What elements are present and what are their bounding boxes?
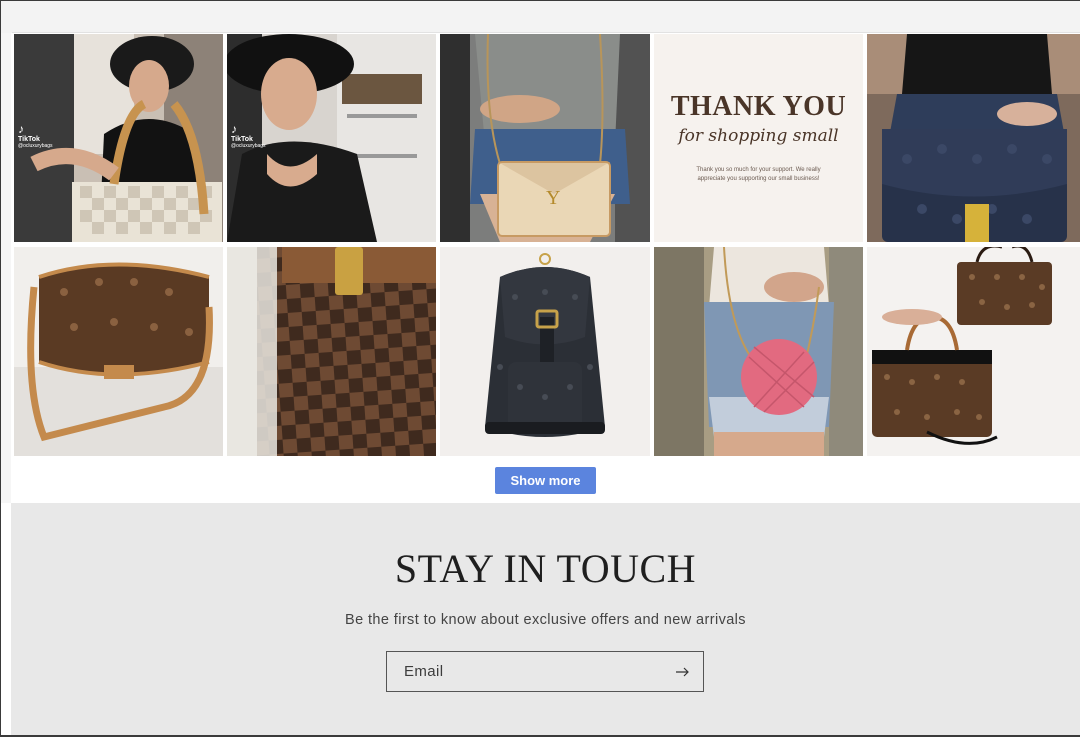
newsletter-section: STAY IN TOUCH Be the first to know about…	[11, 503, 1080, 735]
email-form	[386, 651, 704, 692]
tiktok-label: TikTok	[231, 136, 253, 143]
submit-arrow-icon[interactable]	[673, 662, 693, 682]
tiktok-label: TikTok	[18, 136, 40, 143]
newsletter-subtitle: Be the first to know about exclusive off…	[345, 612, 746, 628]
gallery-tile-empreinte-bag[interactable]	[867, 34, 1080, 242]
gallery-tile-ysl-bag[interactable]: Y	[440, 34, 650, 242]
tiktok-icon: ♪	[231, 122, 237, 136]
instagram-gallery: ♪ TikTok @ocluxurybags ♪ TikTok @ocluxur…	[14, 34, 1080, 456]
email-input[interactable]	[387, 652, 657, 691]
gallery-tile-monogram-bags[interactable]	[867, 247, 1080, 456]
thank-you-script: for shopping small	[678, 126, 839, 146]
thank-you-note-2: appreciate you supporting our small busi…	[697, 176, 820, 182]
tiktok-handle: @ocluxurybags	[18, 143, 53, 149]
thank-you-note-1: Thank you so much for your support. We r…	[696, 167, 821, 173]
newsletter-title: STAY IN TOUCH	[394, 546, 697, 591]
gallery-tile-saddle-bag[interactable]	[14, 247, 223, 456]
svg-text:Y: Y	[546, 187, 560, 209]
tiktok-icon: ♪	[18, 122, 24, 136]
gallery-tile-tiktok-talking[interactable]: ♪ TikTok @ocluxurybags	[227, 34, 436, 242]
tiktok-handle: @ocluxurybags	[231, 143, 266, 149]
thank-you-title: THANK YOU	[670, 91, 847, 122]
gallery-tile-backpack[interactable]	[440, 247, 650, 456]
gallery-tile-thank-you[interactable]: THANK YOU for shopping small Thank you s…	[654, 34, 863, 242]
gallery-tile-tiktok-tote[interactable]: ♪ TikTok @ocluxurybags	[14, 34, 223, 242]
gallery-tile-damier-closeup[interactable]	[227, 247, 436, 456]
gallery-tile-pink-bag[interactable]	[654, 247, 863, 456]
top-strip	[1, 1, 1080, 33]
show-more-button[interactable]: Show more	[495, 467, 596, 494]
